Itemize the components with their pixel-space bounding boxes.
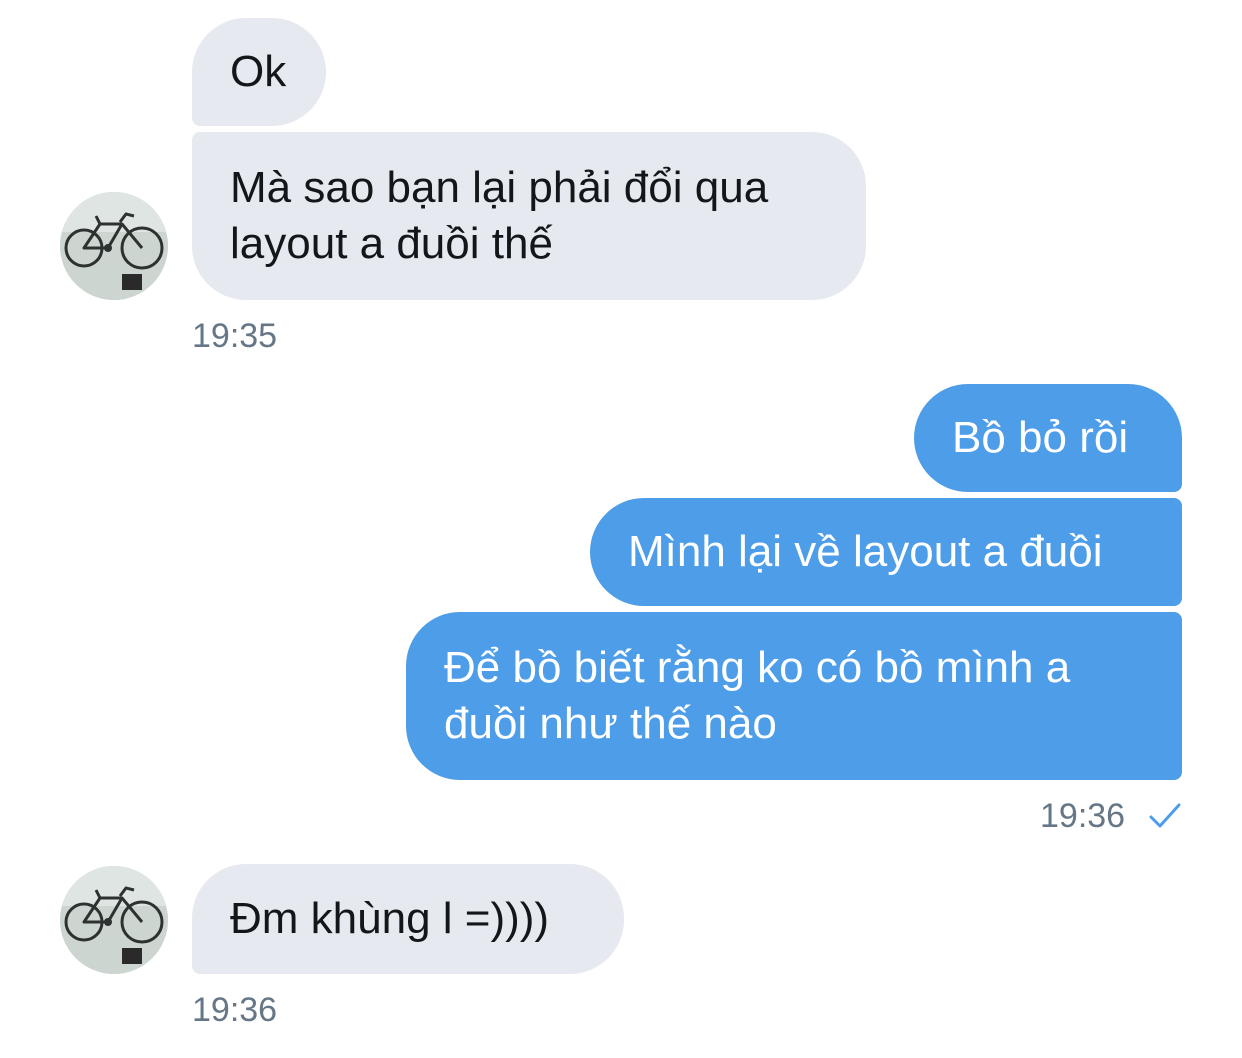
timestamp: 19:35 bbox=[192, 317, 278, 355]
timestamp: 19:36 bbox=[1040, 797, 1126, 835]
message-bubble-incoming[interactable]: Ok bbox=[192, 18, 326, 126]
checkmark-icon bbox=[1149, 803, 1181, 828]
message-bubble-incoming[interactable]: Mà sao bạn lại phải đổi qua layout a đuồ… bbox=[192, 132, 866, 300]
conversation: Ok Mà sao bạn lại phải đổi qua layout a … bbox=[0, 0, 1242, 1058]
message-bubble-incoming[interactable]: Đm khùng l =)))) bbox=[192, 864, 624, 974]
message-bubble-outgoing[interactable]: Để bồ biết rằng ko có bồ mình a đuồi như… bbox=[406, 612, 1182, 780]
timestamp: 19:36 bbox=[192, 991, 278, 1029]
message-bubble-outgoing[interactable]: Mình lại về layout a đuồi bbox=[590, 498, 1182, 606]
avatar[interactable] bbox=[60, 866, 168, 974]
bicycle-avatar-icon bbox=[60, 192, 168, 300]
avatar[interactable] bbox=[60, 192, 168, 300]
message-bubble-outgoing[interactable]: Bồ bỏ rồi bbox=[914, 384, 1182, 492]
bicycle-avatar-icon bbox=[60, 866, 168, 974]
